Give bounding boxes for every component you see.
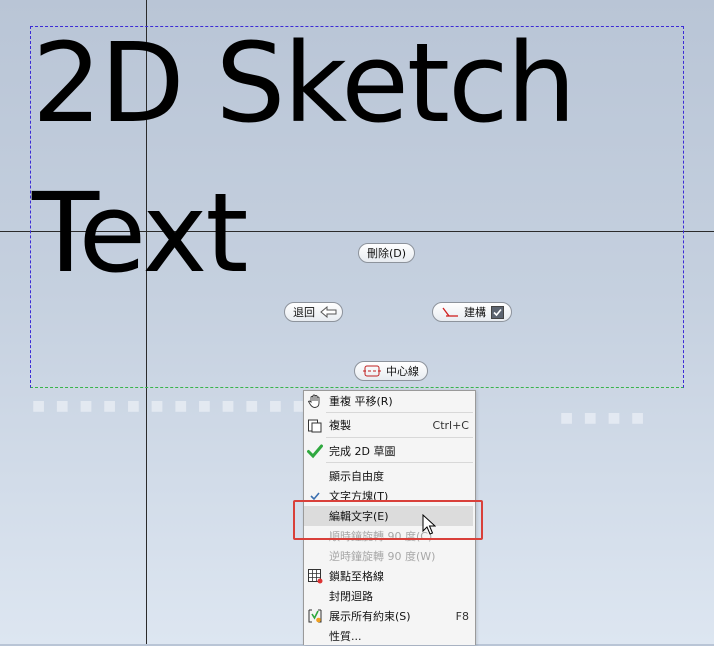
- menu-item-label: 逆時鐘旋轉 90 度(W): [329, 550, 436, 563]
- menu-item-shortcut: Ctrl+C: [432, 418, 469, 432]
- back-arrow-icon: [320, 306, 338, 318]
- delete-button[interactable]: 刪除(D): [358, 243, 416, 263]
- centerline-icon: [363, 364, 381, 378]
- check-green-icon: [306, 443, 324, 459]
- menu-item-label: 顯示自由度: [329, 470, 384, 483]
- grid-snap-icon: [306, 568, 324, 584]
- menu-item-repeat-pan[interactable]: 重複 平移(R): [304, 391, 473, 411]
- menu-item-snap-to-grid[interactable]: 鎖點至格線: [304, 566, 473, 586]
- menu-item-show-dof[interactable]: 顯示自由度: [304, 466, 473, 486]
- menu-divider: [326, 437, 473, 438]
- centerline-button[interactable]: 中心線: [354, 361, 428, 381]
- menu-item-copy[interactable]: 複製 Ctrl+C: [304, 415, 473, 435]
- menu-item-shortcut: F8: [455, 609, 469, 623]
- checkbox-checked-icon[interactable]: [491, 305, 504, 319]
- menu-item-rotate-ccw[interactable]: 逆時鐘旋轉 90 度(W): [304, 546, 473, 566]
- highlight-box: [293, 500, 483, 540]
- sketch-canvas[interactable]: 2D Sketch Text ■ ■ ■ ■ ■ ■ ■ ■ ■ ■ ■ ■ ■…: [0, 0, 714, 646]
- menu-item-label: 重複 平移(R): [329, 395, 393, 408]
- copy-icon: [306, 417, 324, 433]
- menu-divider: [326, 412, 473, 413]
- back-button[interactable]: 退回: [284, 302, 343, 322]
- centerline-label: 中心線: [386, 365, 419, 378]
- hand-icon: [306, 393, 324, 409]
- faint-text-line-2: ■ ■ ■ ■: [560, 410, 648, 426]
- menu-item-label: 完成 2D 草圖: [329, 445, 396, 458]
- mouse-cursor-icon: [422, 513, 437, 540]
- menu-item-label: 性質...: [329, 630, 362, 643]
- menu-item-label: 鎖點至格線: [329, 570, 384, 583]
- construction-toggle[interactable]: 建構: [432, 302, 512, 322]
- menu-item-label: 封閉迴路: [329, 590, 373, 603]
- menu-item-label: 複製: [329, 419, 351, 432]
- menu-item-label: 展示所有約束(S): [329, 610, 411, 623]
- delete-label: 刪除(D): [367, 247, 407, 260]
- menu-divider: [326, 462, 473, 463]
- construction-icon: [441, 306, 459, 318]
- menu-item-properties[interactable]: 性質...: [304, 626, 473, 646]
- construction-label: 建構: [464, 306, 486, 319]
- constraint-icon: [306, 608, 324, 624]
- menu-item-show-constraints[interactable]: 展示所有約束(S) F8: [304, 606, 473, 626]
- menu-item-close-loop[interactable]: 封閉迴路: [304, 586, 473, 606]
- selection-box: [30, 26, 684, 388]
- back-label: 退回: [293, 306, 315, 319]
- menu-item-finish-sketch[interactable]: 完成 2D 草圖: [304, 441, 473, 461]
